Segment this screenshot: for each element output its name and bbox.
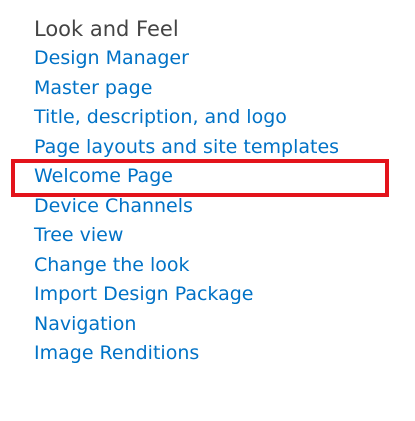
welcome-page-link[interactable]: Welcome Page xyxy=(34,165,173,187)
navigation-link[interactable]: Navigation xyxy=(34,313,136,335)
settings-link-list: Design Manager Master page Title, descri… xyxy=(34,44,404,369)
change-the-look-link[interactable]: Change the look xyxy=(34,254,190,276)
list-item: Tree view xyxy=(34,221,404,251)
design-manager-link[interactable]: Design Manager xyxy=(34,47,189,69)
list-item: Navigation xyxy=(34,310,404,340)
list-item: Import Design Package xyxy=(34,280,404,310)
device-channels-link[interactable]: Device Channels xyxy=(34,195,193,217)
look-and-feel-panel: Look and Feel Design Manager Master page… xyxy=(11,14,404,369)
list-item: Title, description, and logo xyxy=(34,103,404,133)
list-item: Design Manager xyxy=(34,44,404,74)
list-item: Page layouts and site templates xyxy=(34,133,404,163)
list-item: Device Channels xyxy=(34,192,404,222)
image-renditions-link[interactable]: Image Renditions xyxy=(34,342,199,364)
import-design-package-link[interactable]: Import Design Package xyxy=(34,283,254,305)
tree-view-link[interactable]: Tree view xyxy=(34,224,123,246)
master-page-link[interactable]: Master page xyxy=(34,77,152,99)
list-item: Welcome Page xyxy=(34,162,404,192)
list-item: Image Renditions xyxy=(34,339,404,369)
list-item: Change the look xyxy=(34,251,404,281)
list-item: Master page xyxy=(34,74,404,104)
page-layouts-site-templates-link[interactable]: Page layouts and site templates xyxy=(34,135,340,158)
section-title: Look and Feel xyxy=(34,17,179,41)
title-description-logo-link[interactable]: Title, description, and logo xyxy=(34,106,287,128)
